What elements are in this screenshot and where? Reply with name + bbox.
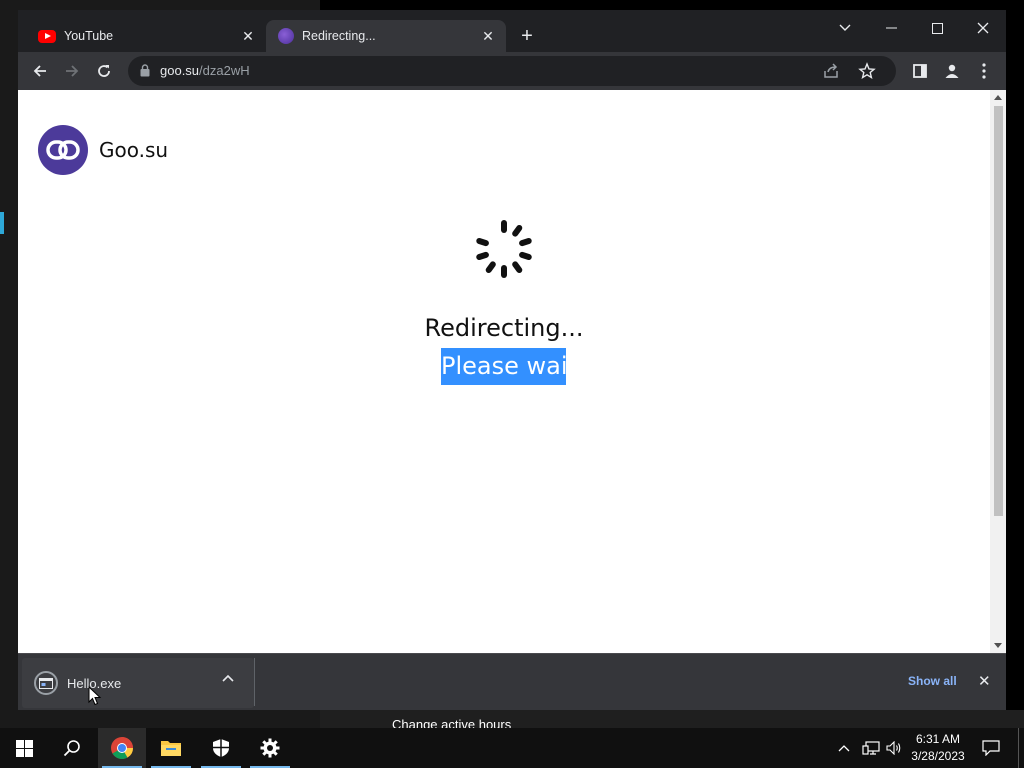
background-settings-window: Change active hours [320, 710, 1024, 728]
tab-redirecting[interactable]: Redirecting... ✕ [266, 20, 506, 52]
clock[interactable]: 6:31 AM 3/28/2023 [906, 731, 970, 765]
taskbar-chrome[interactable] [98, 728, 146, 768]
chrome-icon [111, 737, 133, 759]
background-accent [0, 212, 4, 234]
scroll-down-arrow-icon[interactable] [994, 643, 1002, 648]
notifications-button[interactable] [982, 728, 1000, 768]
chevron-up-icon [838, 745, 850, 752]
maximize-icon [931, 22, 943, 34]
goo-su-logo[interactable] [38, 125, 88, 175]
link-chain-icon [46, 140, 80, 160]
bookmark-star-icon[interactable] [858, 62, 876, 80]
maximize-button[interactable] [914, 14, 960, 42]
search-icon [63, 740, 80, 757]
new-tab-button[interactable]: + [516, 26, 538, 48]
close-download-bar-button[interactable]: ✕ [978, 672, 991, 690]
loading-spinner-icon [476, 220, 532, 278]
reload-icon [98, 65, 110, 77]
volume-icon [886, 741, 901, 755]
scroll-up-arrow-icon[interactable] [994, 95, 1002, 100]
please-wait-text: Please wait [441, 348, 577, 385]
chevron-down-icon [839, 24, 851, 31]
taskbar-settings[interactable] [246, 728, 294, 768]
profile-button[interactable] [939, 59, 965, 83]
menu-button[interactable] [971, 59, 997, 83]
close-icon [977, 22, 989, 34]
forward-arrow-icon [66, 65, 79, 77]
show-desktop-button[interactable] [1018, 728, 1024, 768]
taskbar-file-explorer[interactable] [147, 728, 195, 768]
youtube-icon [38, 29, 56, 43]
tab-title: YouTube [64, 29, 114, 43]
redirecting-heading: Redirecting... [424, 314, 584, 342]
side-panel-icon [913, 64, 927, 78]
url-path: /dza2wH [199, 63, 250, 78]
file-explorer-icon [161, 741, 181, 756]
settings-icon [260, 738, 280, 758]
more-vert-icon [982, 63, 986, 79]
forward-button[interactable] [59, 59, 85, 83]
toolbar: goo.su/dza2wH [18, 52, 1006, 90]
tab-title: Redirecting... [302, 29, 376, 43]
taskbar-search-button[interactable] [48, 728, 96, 768]
taskbar: 6:31 AM 3/28/2023 [0, 728, 1024, 768]
start-icon [15, 739, 33, 757]
mouse-cursor-icon [88, 686, 102, 706]
tab-search-button[interactable] [822, 14, 868, 42]
scrollbar-thumb[interactable] [994, 106, 1003, 516]
close-window-button[interactable] [960, 14, 1006, 42]
tab-close-icon[interactable]: ✕ [238, 26, 258, 46]
brand-name[interactable]: Goo.su [99, 138, 168, 162]
tab-youtube[interactable]: YouTube ✕ [26, 20, 266, 52]
page-viewport: Goo.su Redirecting... Please wait [18, 90, 1006, 653]
goo-su-icon [278, 28, 294, 44]
clock-time: 6:31 AM [915, 732, 961, 746]
show-hidden-icons-button[interactable] [838, 728, 850, 768]
windows-security-icon [213, 739, 229, 757]
network-icon [862, 741, 880, 755]
executable-file-icon [34, 671, 58, 695]
network-button[interactable] [862, 728, 880, 768]
address-bar[interactable]: goo.su/dza2wH [128, 56, 896, 86]
minimize-button[interactable] [868, 14, 914, 42]
divider [254, 658, 255, 706]
profile-icon [945, 64, 959, 78]
page-scrollbar[interactable] [990, 90, 1006, 653]
share-icon[interactable] [822, 62, 840, 80]
show-all-button[interactable]: Show all [908, 674, 957, 688]
volume-button[interactable] [886, 728, 902, 768]
url-host: goo.su [160, 63, 200, 78]
download-item[interactable]: Hello.exe [22, 658, 254, 708]
download-bar: Hello.exe Show all ✕ [18, 653, 1006, 710]
start-button[interactable] [0, 728, 48, 768]
browser-window: YouTube ✕ Redirecting... ✕ + goo.su/dza2… [18, 10, 1006, 710]
chevron-up-icon[interactable] [222, 674, 234, 682]
side-panel-button[interactable] [907, 59, 933, 83]
url-text[interactable]: goo.su/dza2wH [160, 63, 250, 78]
lock-icon [140, 64, 150, 77]
clock-date: 3/28/2023 [911, 749, 965, 763]
settings-text[interactable]: Change active hours [392, 717, 511, 728]
taskbar-windows-security[interactable] [197, 728, 245, 768]
back-button[interactable] [27, 59, 53, 83]
tab-strip: YouTube ✕ Redirecting... ✕ + [18, 10, 1006, 52]
tab-close-icon[interactable]: ✕ [478, 26, 498, 46]
reload-button[interactable] [91, 59, 117, 83]
back-arrow-icon [33, 65, 46, 77]
notification-icon [982, 740, 1000, 756]
minimize-icon [885, 27, 897, 29]
